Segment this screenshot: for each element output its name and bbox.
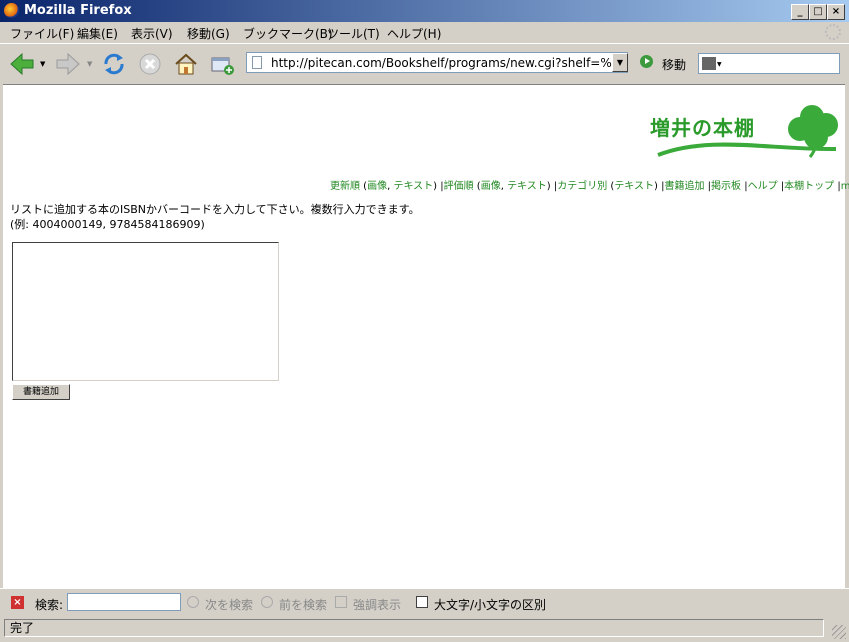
page-icon <box>252 56 262 69</box>
stop-icon[interactable] <box>136 50 164 78</box>
site-nav: 更新順 (画像, テキスト) |評価順 (画像, テキスト) |カテゴリ別 (テ… <box>330 177 849 192</box>
nav-sort-new-image[interactable]: 画像 <box>367 181 387 192</box>
home-icon[interactable] <box>172 50 200 78</box>
title-bar: Mozilla Firefox _ □ × <box>0 0 849 22</box>
maximize-button[interactable]: □ <box>809 4 827 20</box>
find-input[interactable] <box>67 593 181 611</box>
match-case-checkbox[interactable] <box>416 596 428 608</box>
nav-sort-new[interactable]: 更新順 <box>330 181 360 192</box>
reload-icon[interactable] <box>100 50 128 78</box>
example-text: (例: 4004000149, 9784584186909) <box>10 218 205 231</box>
forward-arrow-icon[interactable] <box>54 50 82 78</box>
close-button[interactable]: × <box>827 4 845 20</box>
back-dropdown-icon[interactable]: ▼ <box>40 60 45 68</box>
isbn-textarea[interactable] <box>12 242 279 381</box>
nav-more[interactable]: more.. <box>841 181 849 192</box>
window-title: Mozilla Firefox <box>24 3 132 18</box>
find-prev-button[interactable]: 前を検索 <box>279 596 327 613</box>
url-dropdown-button[interactable]: ▼ <box>612 53 628 72</box>
nav-shelf-top[interactable]: 本棚トップ <box>784 181 834 192</box>
nav-by-category[interactable]: カテゴリ別 <box>557 181 607 192</box>
nav-sort-rating-text[interactable]: テキスト <box>507 181 547 192</box>
nav-help[interactable]: ヘルプ <box>748 181 778 192</box>
status-text: 完了 <box>4 619 824 637</box>
nav-sort-rating[interactable]: 評価順 <box>444 181 474 192</box>
minimize-button[interactable]: _ <box>791 4 809 20</box>
status-bar: 完了 <box>0 617 849 642</box>
throbber-icon <box>825 24 841 40</box>
highlight-button[interactable]: 強調表示 <box>353 596 401 613</box>
find-next-button[interactable]: 次を検索 <box>205 596 253 613</box>
highlight-icon[interactable] <box>335 596 347 608</box>
new-tab-icon[interactable] <box>208 50 236 78</box>
back-arrow-icon[interactable] <box>8 50 36 78</box>
instruction-text: リストに追加する本のISBNかバーコードを入力して下さい。複数行入力できます。 <box>10 203 420 216</box>
nav-add-book[interactable]: 書籍追加 <box>664 181 704 192</box>
resize-grip-icon[interactable] <box>832 625 846 639</box>
close-findbar-icon[interactable]: × <box>11 596 24 609</box>
nav-sort-new-text[interactable]: テキスト <box>393 181 433 192</box>
search-engine-box[interactable]: ▼ <box>698 53 840 74</box>
menu-edit[interactable]: 編集(E) <box>77 25 118 42</box>
nav-by-category-text[interactable]: テキスト <box>614 181 654 192</box>
find-prev-icon[interactable] <box>261 596 273 608</box>
search-engine-icon[interactable] <box>702 57 716 70</box>
menu-help[interactable]: ヘルプ(H) <box>387 25 441 42</box>
find-next-icon[interactable] <box>187 596 199 608</box>
match-case-label[interactable]: 大文字/小文字の区別 <box>434 596 546 613</box>
site-logo-text[interactable]: 増井の本棚 <box>650 112 755 141</box>
search-engine-dropdown-icon[interactable]: ▼ <box>717 61 722 68</box>
menu-file[interactable]: ファイル(F) <box>10 25 74 42</box>
find-label: 検索: <box>35 598 64 612</box>
url-bar[interactable]: http://pitecan.com/Bookshelf/programs/ne… <box>246 52 628 73</box>
menu-tools[interactable]: ツール(T) <box>327 25 380 42</box>
firefox-logo-icon <box>4 3 19 18</box>
url-text[interactable]: http://pitecan.com/Bookshelf/programs/ne… <box>271 56 613 70</box>
menu-bookmarks[interactable]: ブックマーク(B) <box>243 25 333 42</box>
add-book-button[interactable]: 書籍追加 <box>12 384 70 400</box>
menu-go[interactable]: 移動(G) <box>187 25 230 42</box>
nav-sort-rating-image[interactable]: 画像 <box>481 181 501 192</box>
menu-view[interactable]: 表示(V) <box>131 25 173 42</box>
nav-board[interactable]: 掲示板 <box>711 181 741 192</box>
menu-bar: ファイル(F) 編集(E) 表示(V) 移動(G) ブックマーク(B) ツール(… <box>0 22 849 42</box>
go-button-label[interactable]: 移動 <box>662 56 686 73</box>
go-icon[interactable] <box>640 55 653 68</box>
forward-dropdown-icon[interactable]: ▼ <box>87 60 92 68</box>
